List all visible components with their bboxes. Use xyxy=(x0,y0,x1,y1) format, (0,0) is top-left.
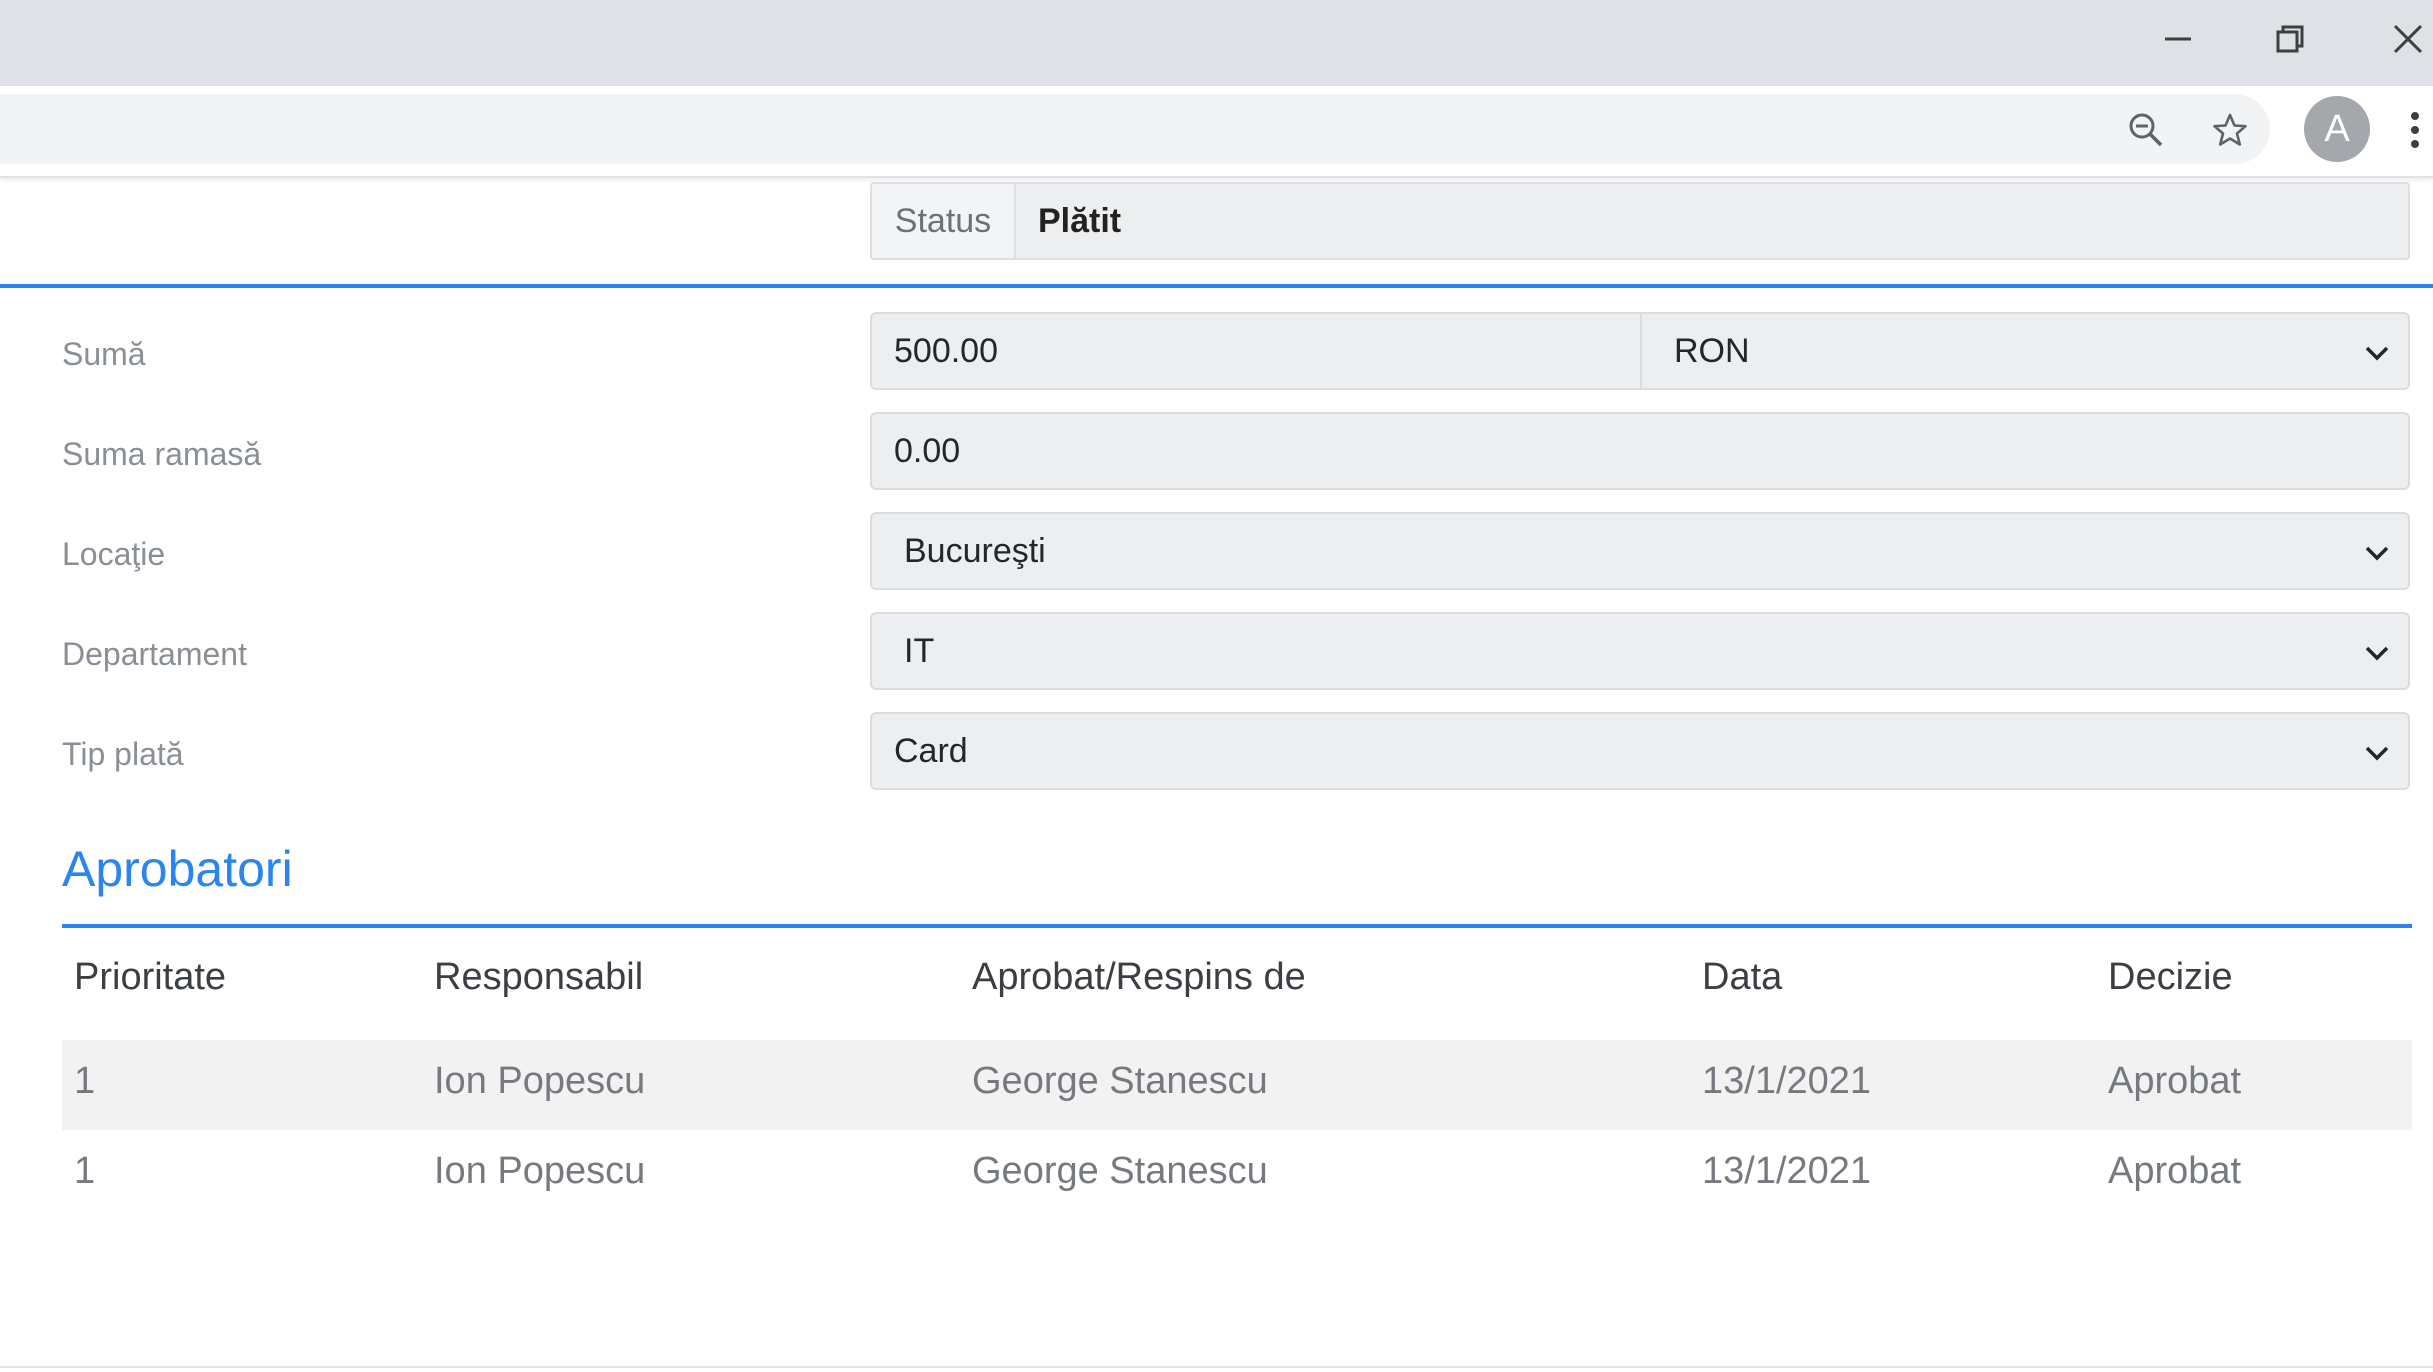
close-button[interactable] xyxy=(2358,0,2433,78)
tip-plata-select[interactable]: Card xyxy=(870,712,2410,790)
table-cell: George Stanescu xyxy=(972,1060,1268,1102)
status-value: Plătit xyxy=(1038,201,1122,240)
minimize-icon xyxy=(2165,37,2191,41)
tip-plata-label: Tip plată xyxy=(62,736,184,772)
column-header[interactable]: Aprobat/Respins de xyxy=(972,956,1306,999)
zoom-icon xyxy=(2129,113,2163,147)
locatie-label: Locaţie xyxy=(62,536,166,572)
suma-label: Sumă xyxy=(62,336,146,372)
star-icon xyxy=(2213,113,2247,146)
locatie-select[interactable]: Bucureşti xyxy=(870,512,2410,590)
locatie-value: Bucureşti xyxy=(904,531,1046,570)
section-underline xyxy=(62,924,2412,928)
column-header[interactable]: Prioritate xyxy=(74,956,226,999)
table-cell: 1 xyxy=(74,1150,96,1192)
currency-value: RON xyxy=(1674,331,1750,370)
approvers-table: Prioritate Responsabil Aprobat/Respins d… xyxy=(62,930,2412,1220)
tip-plata-value: Card xyxy=(894,731,968,770)
table-cell: Aprobat xyxy=(2108,1060,2242,1102)
chevron-down-icon xyxy=(2360,636,2394,670)
currency-select[interactable]: RON xyxy=(1642,314,2408,388)
close-icon xyxy=(2393,24,2423,54)
table-cell: Ion Popescu xyxy=(434,1150,646,1192)
table-cell: Ion Popescu xyxy=(434,1060,646,1102)
bookmark-button[interactable] xyxy=(2208,108,2252,152)
suma-ramasa-value: 0.00 xyxy=(894,431,961,470)
table-cell: 1 xyxy=(74,1060,96,1102)
status-field: Status Plătit xyxy=(870,182,2410,260)
table-cell: George Stanescu xyxy=(972,1150,1268,1192)
table-cell: 13/1/2021 xyxy=(1702,1060,1872,1102)
chevron-down-icon xyxy=(2360,736,2394,770)
suma-ramasa-label: Suma ramasă xyxy=(62,436,262,472)
section-divider xyxy=(0,284,2433,288)
column-header[interactable]: Data xyxy=(1702,956,1782,999)
kebab-menu-icon[interactable] xyxy=(2400,100,2430,160)
restore-button[interactable] xyxy=(2240,0,2340,78)
table-cell: 13/1/2021 xyxy=(1702,1150,1872,1192)
table-cell: Aprobat xyxy=(2108,1150,2242,1192)
departament-label: Departament xyxy=(62,636,247,672)
suma-ramasa-input[interactable]: 0.00 xyxy=(870,412,2410,490)
chevron-down-icon xyxy=(2360,336,2394,370)
section-title-aprobatori: Aprobatori xyxy=(62,841,293,897)
suma-input-group: 500.00 RON xyxy=(870,312,2410,390)
restore-icon xyxy=(2276,25,2304,53)
table-row[interactable]: 1 Ion Popescu George Stanescu 13/1/2021 … xyxy=(62,1130,2412,1220)
column-header[interactable]: Responsabil xyxy=(434,956,643,999)
column-header[interactable]: Decizie xyxy=(2108,956,2233,999)
zoom-button[interactable] xyxy=(2124,108,2168,152)
departament-select[interactable]: IT xyxy=(870,612,2410,690)
browser-titlebar xyxy=(0,0,2433,86)
browser-toolbar: A xyxy=(0,86,2433,178)
table-header-row: Prioritate Responsabil Aprobat/Respins d… xyxy=(62,930,2412,1040)
table-row[interactable]: 1 Ion Popescu George Stanescu 13/1/2021 … xyxy=(62,1040,2412,1130)
status-label: Status xyxy=(872,184,1016,258)
page-bottom-divider xyxy=(0,1366,2433,1368)
departament-value: IT xyxy=(904,631,935,670)
suma-input[interactable]: 500.00 xyxy=(872,314,1642,388)
minimize-button[interactable] xyxy=(2128,0,2228,78)
address-bar[interactable] xyxy=(0,94,2270,164)
profile-avatar[interactable]: A xyxy=(2304,96,2370,162)
chevron-down-icon xyxy=(2360,536,2394,570)
